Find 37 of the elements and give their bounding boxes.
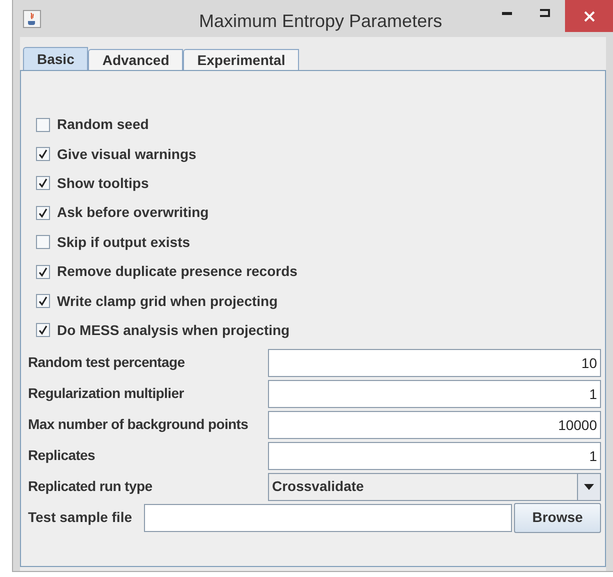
checkbox-label: Give visual warnings	[57, 144, 196, 164]
field-label: Replicated run type	[28, 477, 154, 496]
field-label: Test sample file	[28, 508, 134, 528]
checkbox[interactable]	[36, 235, 50, 250]
checkbox-label: Random seed	[57, 115, 149, 134]
window-title: Maximum Entropy Parameters	[199, 10, 442, 33]
checkbox[interactable]	[36, 176, 50, 190]
input-field[interactable]: 10000	[268, 410, 601, 439]
checkbox-label: Write clamp grid when projecting	[57, 292, 278, 311]
checkbox[interactable]	[36, 264, 50, 279]
tab[interactable]: Experimental	[183, 49, 300, 71]
close-button[interactable]	[565, 0, 613, 32]
field-label: Replicates	[28, 446, 96, 466]
close-icon	[584, 10, 594, 22]
checkbox[interactable]	[36, 147, 50, 162]
tab[interactable]: Basic	[23, 47, 88, 71]
checkbox[interactable]	[36, 206, 50, 220]
input-field[interactable]: 1	[268, 442, 601, 470]
field-label: Regularization multiplier	[28, 384, 185, 404]
checkbox[interactable]	[36, 323, 50, 338]
caret-icon	[584, 484, 594, 490]
checkbox-label: Show tooltips	[57, 174, 149, 193]
input-field[interactable]	[144, 504, 512, 532]
checkbox-label: Ask before overwriting	[57, 203, 209, 222]
checkbox[interactable]	[36, 294, 50, 308]
browse-button[interactable]: Browse	[514, 502, 601, 533]
field-label: Random test percentage	[28, 353, 186, 372]
checkbox-label: Do MESS analysis when projecting	[57, 320, 290, 340]
checkbox-label: Remove duplicate presence records	[57, 262, 298, 282]
java-cup-icon	[23, 10, 41, 28]
input-field[interactable]: 10	[268, 348, 601, 377]
field-label: Max number of background points	[28, 415, 250, 434]
tab[interactable]: Advanced	[88, 49, 184, 71]
input-field[interactable]: 1	[268, 380, 601, 408]
checkbox-label: Skip if output exists	[57, 232, 190, 252]
checkbox[interactable]	[36, 118, 50, 132]
dropdown[interactable]: Crossvalidate	[268, 472, 601, 501]
